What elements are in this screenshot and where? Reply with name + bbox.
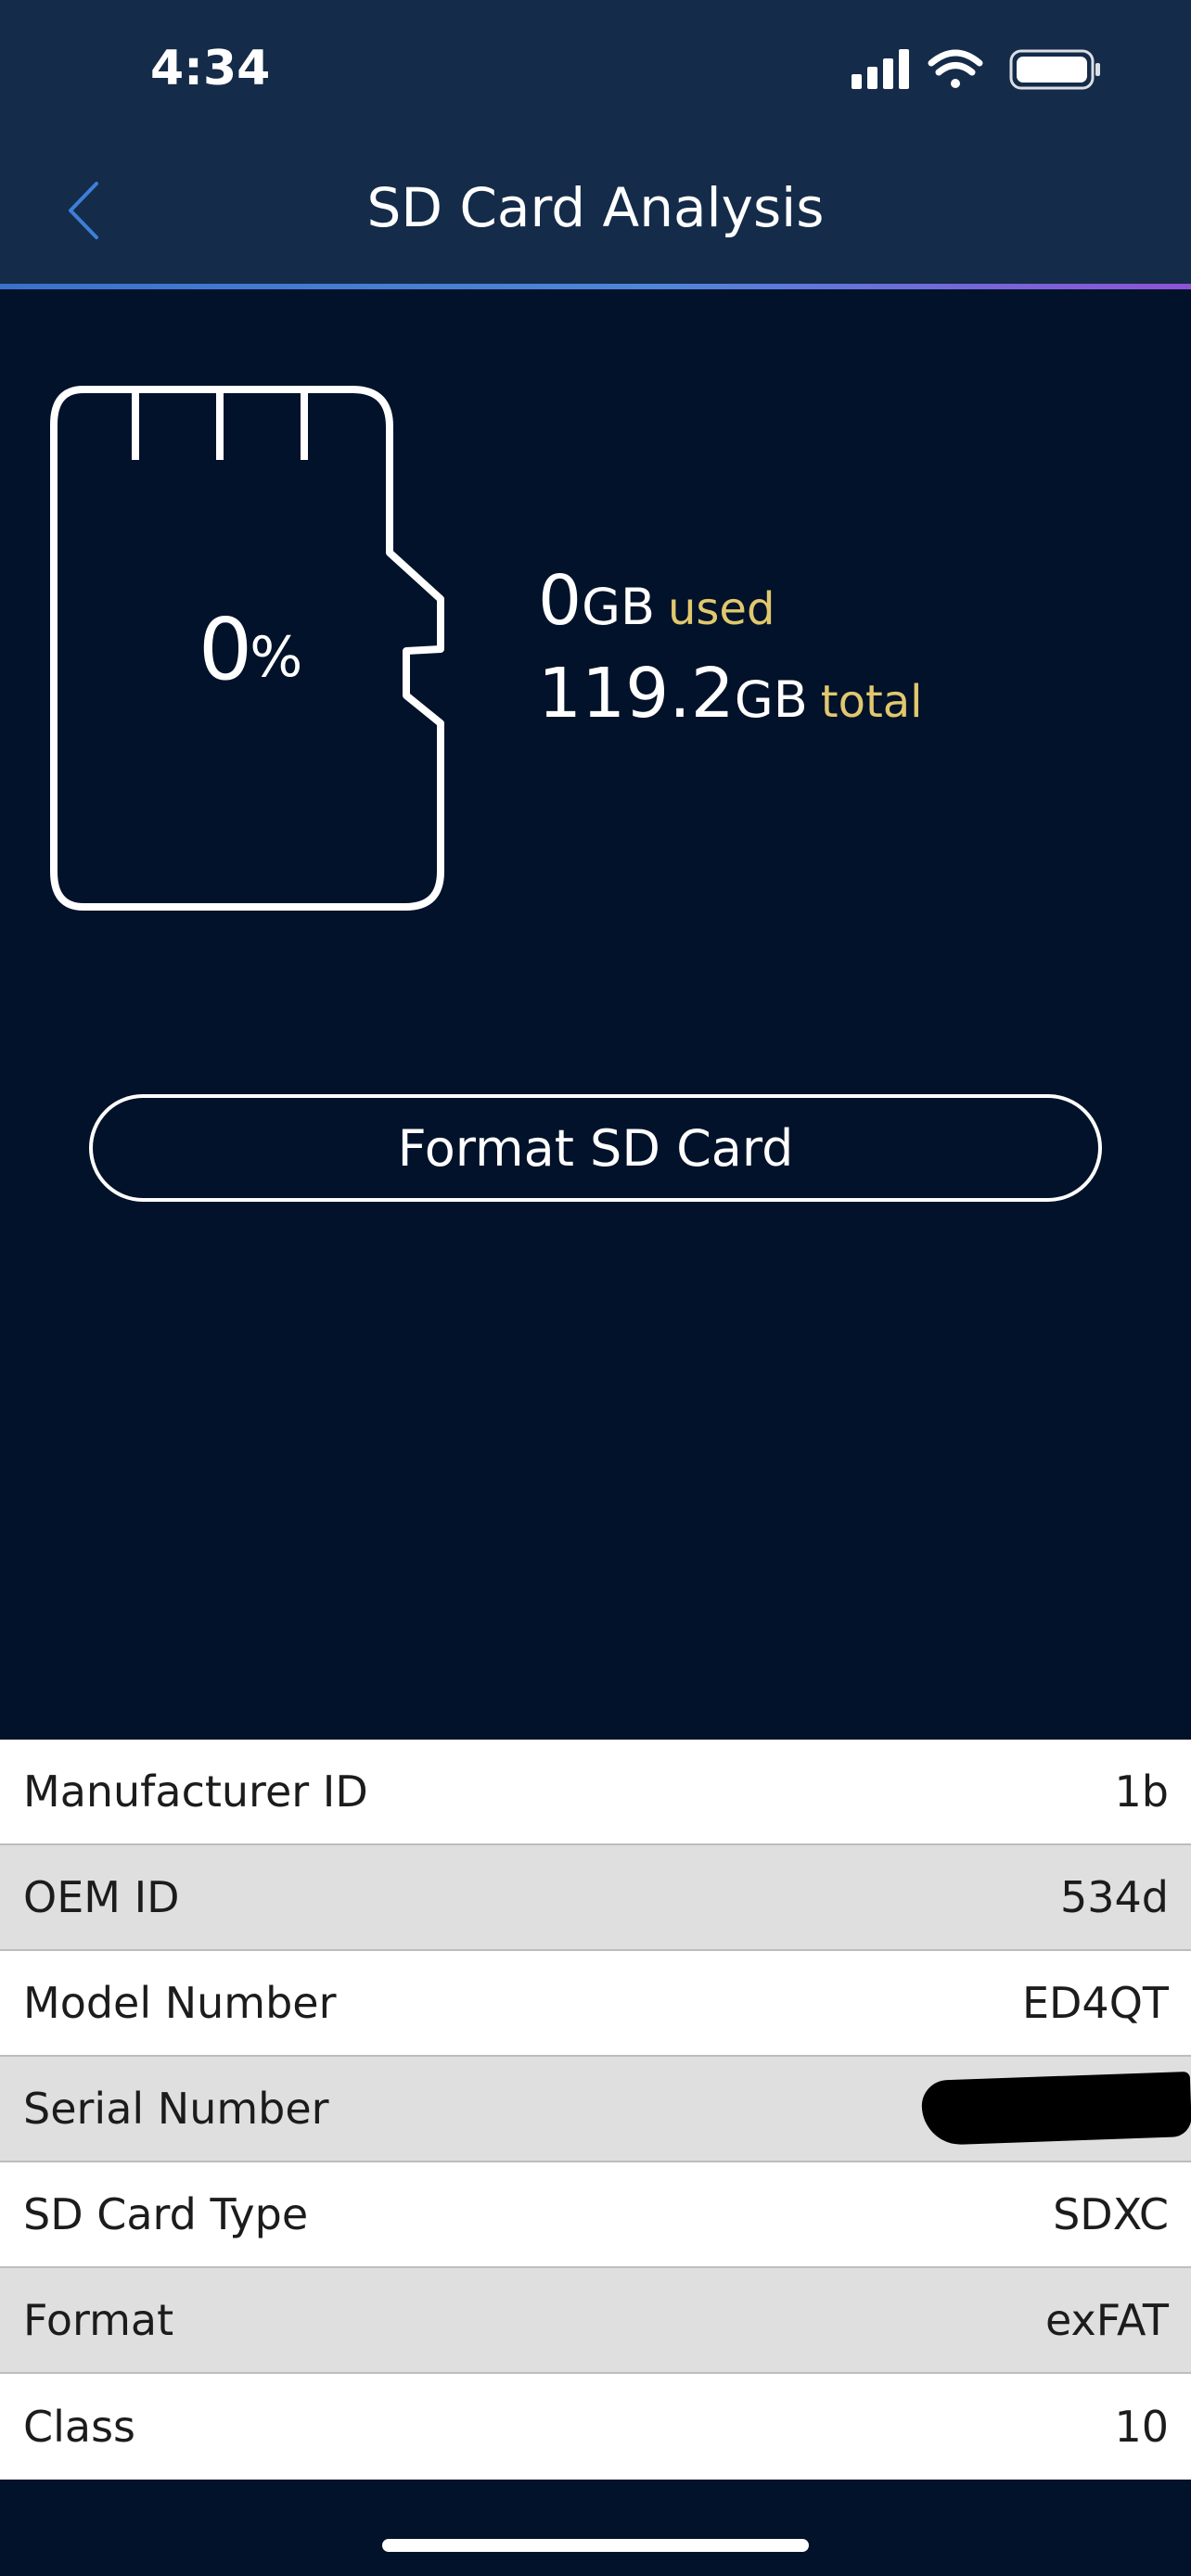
table-row: Manufacturer ID 1b bbox=[0, 1740, 1191, 1845]
redacted-value bbox=[920, 2071, 1191, 2147]
battery-icon bbox=[1009, 49, 1100, 90]
used-label: used bbox=[667, 583, 775, 635]
used-value: 0 bbox=[538, 561, 583, 641]
row-label: Class bbox=[23, 2402, 136, 2452]
total-line: 119.2 GB total bbox=[538, 654, 923, 746]
nav-accent-line bbox=[0, 284, 1191, 289]
row-label: Manufacturer ID bbox=[23, 1766, 368, 1817]
usage-percent: 0 % bbox=[46, 380, 455, 918]
table-row: OEM ID 534d bbox=[0, 1845, 1191, 1951]
row-value: ED4QT bbox=[1021, 1978, 1169, 2028]
usage-percent-value: 0 bbox=[198, 599, 253, 699]
storage-usage: 0 GB used 119.2 GB total bbox=[538, 561, 923, 746]
table-row: Format exFAT bbox=[0, 2268, 1191, 2374]
row-label: SD Card Type bbox=[23, 2189, 309, 2239]
status-icons bbox=[852, 46, 1102, 91]
row-value: 1b bbox=[1114, 1766, 1169, 1817]
cellular-signal-icon bbox=[852, 49, 909, 89]
table-row: Class 10 bbox=[0, 2374, 1191, 2480]
row-value: exFAT bbox=[1045, 2295, 1169, 2345]
wifi-icon bbox=[928, 49, 983, 88]
row-value: SDXC bbox=[1053, 2189, 1169, 2239]
table-row: SD Card Type SDXC bbox=[0, 2162, 1191, 2268]
page-title: SD Card Analysis bbox=[366, 176, 825, 239]
row-label: Format bbox=[23, 2295, 174, 2345]
table-row: Model Number ED4QT bbox=[0, 1951, 1191, 2057]
total-label: total bbox=[820, 676, 923, 728]
sd-card-illustration: 0 % bbox=[46, 380, 455, 918]
row-value: 534d bbox=[1060, 1872, 1169, 1922]
status-bar: 4:34 bbox=[0, 0, 1191, 139]
total-unit: GB bbox=[734, 670, 808, 729]
used-line: 0 GB used bbox=[538, 561, 923, 654]
sd-card-info-table: Manufacturer ID 1b OEM ID 534d Model Num… bbox=[0, 1740, 1191, 2480]
usage-percent-sign: % bbox=[250, 625, 303, 690]
total-value: 119.2 bbox=[538, 654, 735, 733]
row-label: Model Number bbox=[23, 1978, 337, 2028]
used-unit: GB bbox=[582, 578, 655, 636]
status-time: 4:34 bbox=[150, 41, 271, 96]
table-row: Serial Number bbox=[0, 2057, 1191, 2162]
format-sd-card-button[interactable]: Format SD Card bbox=[89, 1094, 1102, 1202]
row-label: Serial Number bbox=[23, 2084, 329, 2134]
row-label: OEM ID bbox=[23, 1872, 180, 1922]
home-indicator[interactable] bbox=[382, 2539, 809, 2552]
row-value: 10 bbox=[1114, 2402, 1169, 2452]
